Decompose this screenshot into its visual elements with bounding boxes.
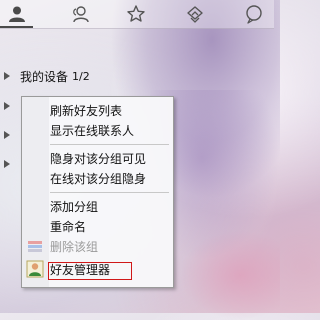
group-online-count: 1/2 [72, 69, 90, 83]
menu-icon-gutter [22, 97, 49, 287]
chat-bubble-icon [246, 5, 262, 24]
groups-icon [73, 6, 89, 23]
menu-item-show-online-contacts[interactable]: 显示在线联系人 [50, 121, 134, 141]
menu-item-rename[interactable]: 重命名 [50, 217, 86, 237]
menu-separator [50, 192, 169, 193]
highlight-box [48, 262, 132, 280]
delete-group-icon [28, 241, 42, 252]
favorites-tab[interactable] [125, 4, 147, 24]
groups-tab[interactable] [69, 4, 91, 24]
recent-icon [187, 6, 203, 23]
menu-separator [50, 144, 169, 145]
group-label: 我的设备 [20, 69, 69, 84]
expand-arrow-icon [4, 131, 10, 139]
expand-arrow-icon [4, 102, 10, 110]
friend-manager-icon [26, 260, 44, 278]
expand-arrow-icon [4, 160, 10, 168]
panel-tab-bar [0, 0, 274, 29]
wallpaper-petal [180, 230, 280, 320]
contacts-tab[interactable] [6, 4, 28, 24]
contacts-icon [9, 6, 25, 22]
menu-item-invisible-to-group-when-online[interactable]: 在线对该分组隐身 [50, 169, 146, 189]
star-icon [127, 5, 145, 22]
chat-tab[interactable] [243, 4, 265, 24]
group-my-devices[interactable]: 我的设备 1/2 [0, 64, 274, 88]
menu-item-visible-to-group-when-invisible[interactable]: 隐身对该分组可见 [50, 149, 146, 169]
group-context-menu: 刷新好友列表 显示在线联系人 隐身对该分组可见 在线对该分组隐身 添加分组 重命… [21, 96, 174, 288]
recent-tab[interactable] [184, 4, 206, 24]
menu-item-delete-group[interactable]: 删除该组 [50, 237, 98, 257]
expand-arrow-icon [4, 72, 10, 80]
active-tab-indicator [0, 26, 33, 28]
menu-item-add-group[interactable]: 添加分组 [50, 197, 98, 217]
menu-item-refresh-friend-list[interactable]: 刷新好友列表 [50, 101, 122, 121]
